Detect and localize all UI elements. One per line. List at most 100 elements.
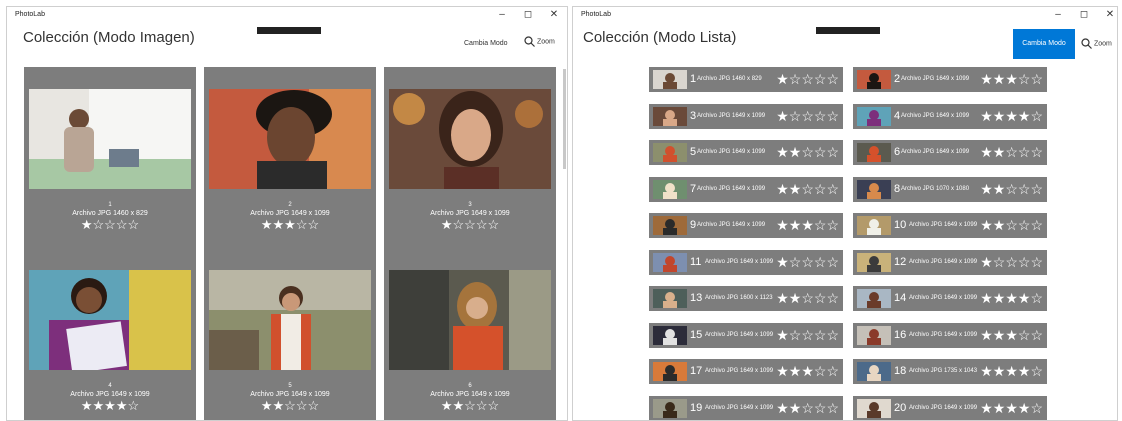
list-item[interactable]: 20 Archivo JPG 1649 x 1099 ★★★★☆: [853, 395, 1047, 420]
star-rating[interactable]: ★☆☆☆☆: [776, 71, 839, 87]
item-number: 2: [894, 73, 901, 85]
photo-thumbnail: [209, 270, 371, 370]
photo-thumbnail: [857, 143, 891, 162]
list-item[interactable]: 9 Archivo JPG 1649 x 1099 ★★★☆☆: [649, 213, 843, 238]
list-item[interactable]: 10 Archivo JPG 1649 x 1099 ★★☆☆☆: [853, 213, 1047, 238]
item-meta: Archivo JPG 1460 x 829: [697, 76, 762, 82]
list-item[interactable]: 16 Archivo JPG 1649 x 1099 ★★★☆☆: [853, 322, 1047, 348]
item-meta: Archivo JPG 1649 x 1099: [901, 76, 970, 82]
photo-meta: Archivo JPG 1649 x 1099: [430, 210, 510, 217]
star-rating[interactable]: ★★☆☆☆: [980, 217, 1043, 233]
zoom-button[interactable]: Zoom: [1081, 38, 1112, 49]
list-item[interactable]: 17 Archivo JPG 1649 x 1099 ★★★☆☆: [649, 359, 843, 384]
cambia-modo-button[interactable]: Cambia Modo: [464, 40, 508, 47]
item-number: 13: [690, 292, 703, 304]
item-meta: Archivo JPG 1649 x 1099: [909, 222, 978, 228]
photo-card[interactable]: 6 Archivo JPG 1649 x 1099 ★★☆☆☆: [384, 248, 556, 420]
item-number: 1: [690, 73, 697, 85]
star-rating[interactable]: ★★★★☆: [980, 363, 1043, 379]
maximize-icon[interactable]: ◻: [1077, 9, 1091, 20]
item-meta: Archivo JPG 1649 x 1099: [901, 112, 970, 119]
list-item[interactable]: 4 Archivo JPG 1649 x 1099 ★★★★☆: [853, 103, 1047, 129]
star-rating[interactable]: ★★☆☆☆: [776, 290, 839, 306]
star-rating[interactable]: ★★★★☆: [980, 400, 1043, 416]
photo-thumbnail: [857, 289, 891, 308]
list-item[interactable]: 11 Archivo JPG 1649 x 1099 ★☆☆☆☆: [649, 249, 843, 275]
photo-card[interactable]: 4 Archivo JPG 1649 x 1099 ★★★★☆: [24, 248, 196, 420]
star-rating[interactable]: ★★☆☆☆: [980, 144, 1043, 160]
minimize-icon[interactable]: –: [495, 9, 509, 20]
list-item[interactable]: 1 Archivo JPG 1460 x 829 ★☆☆☆☆: [649, 67, 843, 92]
list-item[interactable]: 2 Archivo JPG 1649 x 1099 ★★★☆☆: [853, 67, 1047, 92]
star-rating[interactable]: ★☆☆☆☆: [980, 254, 1043, 270]
title-bar-handle: [816, 27, 880, 34]
title-bar-handle: [257, 27, 321, 34]
star-rating[interactable]: ★★★☆☆: [204, 218, 376, 232]
star-rating[interactable]: ★★★☆☆: [980, 327, 1043, 343]
photo-number: 6: [468, 383, 472, 389]
photo-card[interactable]: 3 Archivo JPG 1649 x 1099 ★☆☆☆☆: [384, 67, 556, 253]
item-meta: Archivo JPG 1649 x 1099: [697, 149, 766, 155]
photo-card[interactable]: 2 Archivo JPG 1649 x 1099 ★★★☆☆: [204, 67, 376, 253]
list-item[interactable]: 3 Archivo JPG 1649 x 1099 ★☆☆☆☆: [649, 103, 843, 129]
star-rating[interactable]: ★★☆☆☆: [384, 399, 556, 413]
star-rating[interactable]: ★★☆☆☆: [776, 181, 839, 197]
item-meta: Archivo JPG 1600 x 1123: [705, 295, 773, 301]
star-rating[interactable]: ★★★☆☆: [776, 363, 839, 379]
star-rating[interactable]: ★★☆☆☆: [980, 181, 1043, 197]
close-icon[interactable]: ✕: [1103, 9, 1117, 20]
item-meta: Archivo JPG 1649 x 1099: [697, 222, 766, 228]
list-item[interactable]: 8 Archivo JPG 1070 x 1080 ★★☆☆☆: [853, 176, 1047, 202]
star-rating[interactable]: ★★★☆☆: [776, 217, 839, 233]
star-rating[interactable]: ★☆☆☆☆: [24, 218, 196, 232]
maximize-icon[interactable]: ◻: [521, 9, 535, 20]
cambia-modo-button[interactable]: Cambia Modo: [1013, 29, 1075, 59]
star-rating[interactable]: ★★☆☆☆: [776, 400, 839, 416]
search-icon: [1081, 38, 1092, 49]
item-meta: Archivo JPG 1735 x 1043: [909, 368, 978, 374]
list-item[interactable]: 6 Archivo JPG 1649 x 1099 ★★☆☆☆: [853, 140, 1047, 165]
item-meta: Archivo JPG 1649 x 1099: [705, 331, 774, 338]
star-rating[interactable]: ★★★★☆: [24, 399, 196, 413]
list-item[interactable]: 15 Archivo JPG 1649 x 1099 ★☆☆☆☆: [649, 322, 843, 348]
photo-thumbnail: [653, 325, 687, 345]
list-item[interactable]: 13 Archivo JPG 1600 x 1123 ★★☆☆☆: [649, 286, 843, 311]
scrollbar[interactable]: [563, 69, 566, 169]
zoom-button[interactable]: Zoom: [524, 36, 555, 47]
photo-thumbnail: [857, 179, 891, 199]
photo-thumbnail: [653, 289, 687, 308]
item-number: 11: [690, 255, 702, 268]
item-number: 12: [894, 255, 907, 268]
list-item[interactable]: 19 Archivo JPG 1649 x 1099 ★★☆☆☆: [649, 395, 843, 420]
photo-meta: Archivo JPG 1649 x 1099: [430, 391, 510, 398]
list-item[interactable]: 5 Archivo JPG 1649 x 1099 ★★☆☆☆: [649, 140, 843, 165]
item-number: 14: [894, 292, 907, 304]
item-number: 17: [690, 365, 703, 377]
star-rating[interactable]: ★★★☆☆: [980, 71, 1043, 87]
star-rating[interactable]: ★☆☆☆☆: [776, 254, 839, 270]
star-rating[interactable]: ★★★★☆: [980, 108, 1043, 124]
photo-thumbnail: [857, 398, 891, 418]
close-icon[interactable]: ✕: [547, 9, 561, 20]
star-rating[interactable]: ★★☆☆☆: [776, 144, 839, 160]
list-item[interactable]: 18 Archivo JPG 1735 x 1043 ★★★★☆: [853, 359, 1047, 384]
window-modo-imagen: PhotoLab – ◻ ✕ Colección (Modo Imagen) C…: [6, 6, 568, 421]
item-meta: Archivo JPG 1649 x 1099: [697, 112, 766, 119]
star-rating[interactable]: ★☆☆☆☆: [776, 108, 839, 124]
star-rating[interactable]: ★☆☆☆☆: [776, 327, 839, 343]
star-rating[interactable]: ★★★★☆: [980, 290, 1043, 306]
minimize-icon[interactable]: –: [1051, 9, 1065, 20]
photo-thumbnail: [653, 398, 687, 418]
item-meta: Archivo JPG 1649 x 1099: [705, 404, 774, 411]
photo-thumbnail: [857, 216, 891, 235]
photo-card[interactable]: 5 Archivo JPG 1649 x 1099 ★★☆☆☆: [204, 248, 376, 420]
photo-thumbnail: [653, 216, 687, 235]
star-rating[interactable]: ★★☆☆☆: [204, 399, 376, 413]
list-item[interactable]: 7 Archivo JPG 1649 x 1099 ★★☆☆☆: [649, 176, 843, 202]
item-number: 4: [894, 109, 901, 122]
photo-thumbnail: [857, 106, 891, 126]
star-rating[interactable]: ★☆☆☆☆: [384, 218, 556, 232]
list-item[interactable]: 12 Archivo JPG 1649 x 1099 ★☆☆☆☆: [853, 249, 1047, 275]
photo-card[interactable]: 1 Archivo JPG 1460 x 829 ★☆☆☆☆: [24, 67, 196, 253]
list-item[interactable]: 14 Archivo JPG 1649 x 1099 ★★★★☆: [853, 286, 1047, 311]
